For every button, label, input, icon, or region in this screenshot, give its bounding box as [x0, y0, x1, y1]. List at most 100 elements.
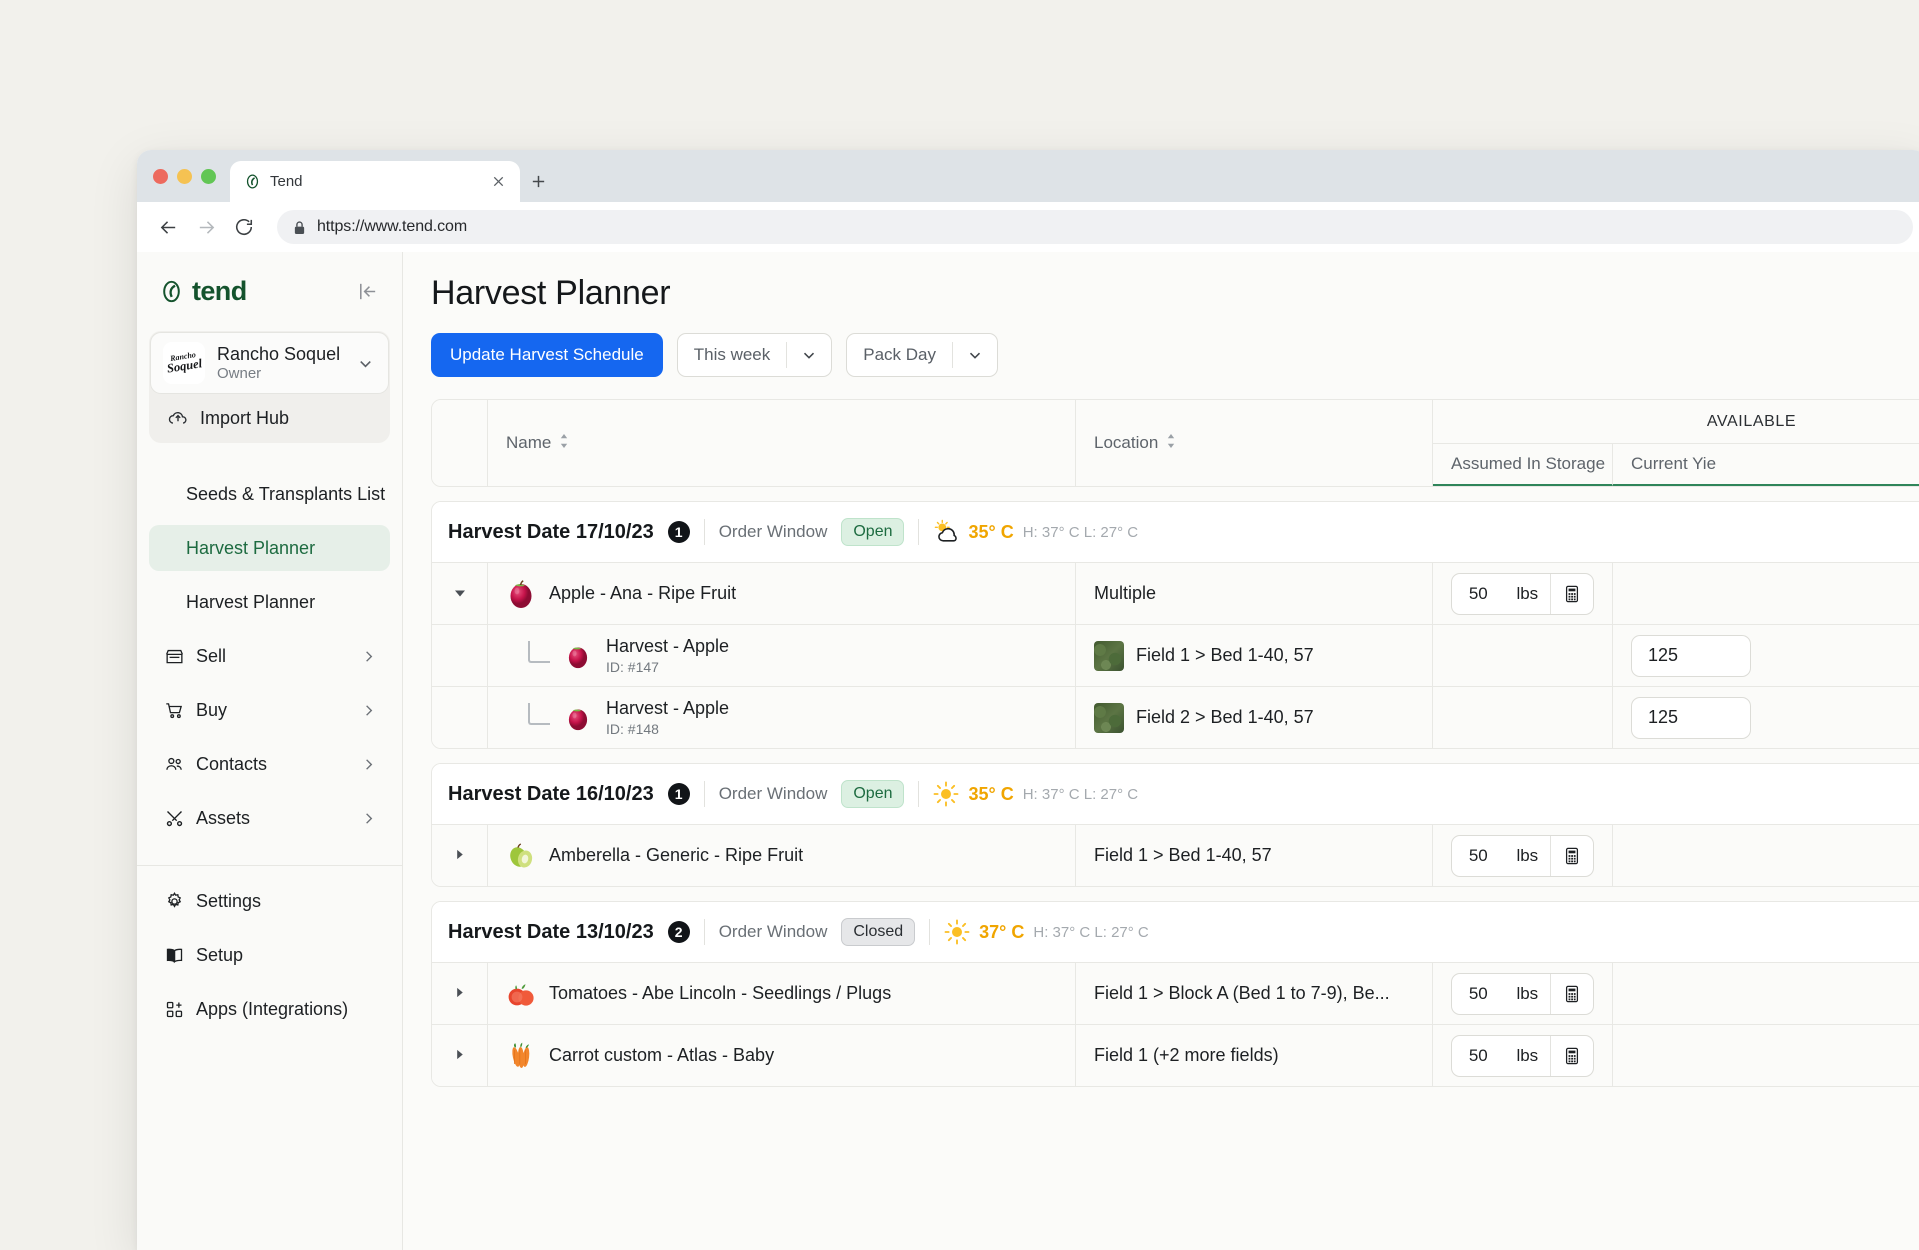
- caret-down-icon[interactable]: [453, 586, 467, 602]
- window-traffic-lights: [153, 150, 230, 202]
- sidebar-item-import-hub[interactable]: Import Hub: [149, 395, 390, 435]
- avatar: Rancho Soquel: [163, 342, 205, 384]
- weather-high-low: H: 37° C L: 27° C: [1033, 924, 1148, 941]
- pack-day-dropdown[interactable]: Pack Day: [846, 333, 998, 377]
- sort-arrows-icon[interactable]: [559, 433, 570, 454]
- row-location: Field 1 > Bed 1-40, 57: [1136, 645, 1314, 666]
- row-expand-toggle[interactable]: [432, 1025, 488, 1086]
- caret-right-icon[interactable]: [453, 848, 466, 863]
- period-dropdown[interactable]: This week: [677, 333, 833, 377]
- current-yield-input[interactable]: 125: [1631, 635, 1751, 677]
- divider: [704, 519, 705, 545]
- chevron-down-icon[interactable]: [953, 346, 997, 364]
- brand-logo-area[interactable]: tend: [159, 276, 247, 307]
- sidebar-item-seeds-transplants-list[interactable]: Seeds & Transplants List: [149, 471, 390, 517]
- update-harvest-schedule-button[interactable]: Update Harvest Schedule: [431, 333, 663, 377]
- reload-icon[interactable]: [229, 212, 259, 242]
- column-group-subcolumns: Assumed In Storage Current Yie: [1433, 443, 1919, 486]
- row-expand-toggle[interactable]: [432, 963, 488, 1024]
- chevron-down-icon[interactable]: [787, 346, 831, 364]
- collapse-panel-icon[interactable]: [354, 279, 380, 305]
- row-location: Multiple: [1094, 583, 1156, 604]
- close-icon[interactable]: [488, 172, 508, 192]
- chevron-right-icon: [360, 811, 376, 826]
- calculator-icon[interactable]: [1551, 585, 1593, 603]
- table-row[interactable]: Harvest - Apple ID: #148 Field 2 > Bed 1…: [432, 686, 1919, 748]
- row-name: Harvest - Apple ID: #148: [606, 698, 729, 737]
- browser-toolbar: https://www.tend.com: [137, 202, 1919, 252]
- plus-icon[interactable]: [520, 161, 556, 202]
- sidebar-item-settings[interactable]: Settings: [149, 878, 390, 924]
- carrot-icon: [506, 1041, 536, 1071]
- quantity-value[interactable]: 50: [1452, 984, 1505, 1004]
- harvest-date-group: Harvest Date 16/10/23 1 Order Window Ope…: [431, 763, 1919, 887]
- quantity-value[interactable]: 50: [1452, 846, 1505, 866]
- row-expand-toggle[interactable]: [432, 825, 488, 886]
- table-header-row: Name Location: [432, 400, 1919, 486]
- harvest-date-group-header: Harvest Date 13/10/23 2 Order Window Clo…: [432, 902, 1919, 962]
- arrow-left-icon[interactable]: [153, 212, 183, 242]
- calculator-icon[interactable]: [1551, 847, 1593, 865]
- row-location-cell: Field 2 > Bed 1-40, 57: [1076, 687, 1433, 748]
- sun-icon: [944, 919, 970, 945]
- sort-arrows-icon[interactable]: [1166, 433, 1177, 454]
- quantity-stepper[interactable]: 50 lbs: [1451, 835, 1594, 877]
- harvest-date-group: Harvest Date 17/10/23 1 Order Window Ope…: [431, 501, 1919, 749]
- sidebar-item-harvest-planner[interactable]: Harvest Planner: [149, 525, 390, 571]
- quantity-stepper[interactable]: 50 lbs: [1451, 573, 1594, 615]
- row-name-primary: Harvest - Apple: [606, 698, 729, 719]
- table-row[interactable]: Carrot custom - Atlas - Baby Field 1 (+2…: [432, 1024, 1919, 1086]
- minimize-window-button[interactable]: [177, 169, 192, 184]
- tools-icon: [163, 807, 185, 829]
- sidebar-item-assets[interactable]: Assets: [149, 795, 390, 841]
- quantity-value[interactable]: 50: [1452, 1046, 1505, 1066]
- arrow-right-icon[interactable]: [191, 212, 221, 242]
- row-name-primary: Tomatoes - Abe Lincoln - Seedlings / Plu…: [549, 983, 891, 1004]
- table-row[interactable]: Apple - Ana - Ripe Fruit Multiple 50 lbs: [432, 562, 1919, 624]
- calculator-icon[interactable]: [1551, 1047, 1593, 1065]
- chevron-right-icon: [360, 703, 376, 718]
- row-location: Field 1 > Block A (Bed 1 to 7-9), Be...: [1094, 983, 1390, 1004]
- sidebar-item-label: Assets: [196, 808, 349, 829]
- current-yield-input[interactable]: 125: [1631, 697, 1751, 739]
- table-row[interactable]: Tomatoes - Abe Lincoln - Seedlings / Plu…: [432, 962, 1919, 1024]
- row-location-cell: Field 1 > Bed 1-40, 57: [1076, 825, 1433, 886]
- apps-grid-plus-icon: [163, 998, 185, 1020]
- maximize-window-button[interactable]: [201, 169, 216, 184]
- sidebar-item-contacts[interactable]: Contacts: [149, 741, 390, 787]
- harvest-date-group-header: Harvest Date 16/10/23 1 Order Window Ope…: [432, 764, 1919, 824]
- column-header-location[interactable]: Location: [1076, 400, 1433, 486]
- sidebar-item-harvest-planner-2[interactable]: Harvest Planner: [149, 579, 390, 625]
- address-bar[interactable]: https://www.tend.com: [277, 210, 1913, 244]
- org-switcher[interactable]: Rancho Soquel Rancho Soquel Owner: [150, 332, 389, 394]
- main-content: Harvest Planner Update Harvest Schedule …: [403, 252, 1919, 1250]
- caret-right-icon[interactable]: [453, 1048, 466, 1063]
- column-header-name[interactable]: Name: [488, 400, 1076, 486]
- quantity-stepper[interactable]: 50 lbs: [1451, 1035, 1594, 1077]
- table-row[interactable]: Harvest - Apple ID: #147 Field 1 > Bed 1…: [432, 624, 1919, 686]
- cloud-upload-icon: [167, 407, 189, 429]
- row-name-cell: Apple - Ana - Ripe Fruit: [488, 563, 1076, 624]
- quantity-value[interactable]: 50: [1452, 584, 1505, 604]
- row-expand-toggle[interactable]: [432, 563, 488, 624]
- row-name: Apple - Ana - Ripe Fruit: [549, 583, 736, 604]
- sidebar-item-apps-integrations[interactable]: Apps (Integrations): [149, 986, 390, 1032]
- sidebar-item-label: Buy: [196, 700, 349, 721]
- browser-tab[interactable]: Tend: [230, 161, 520, 202]
- row-current-yield-cell: [1613, 825, 1919, 886]
- close-window-button[interactable]: [153, 169, 168, 184]
- quantity-stepper[interactable]: 50 lbs: [1451, 973, 1594, 1015]
- chevron-down-icon[interactable]: [354, 354, 376, 373]
- row-name-primary: Carrot custom - Atlas - Baby: [549, 1045, 774, 1066]
- sidebar-item-sell[interactable]: Sell: [149, 633, 390, 679]
- sidebar-item-buy[interactable]: Buy: [149, 687, 390, 733]
- table-row[interactable]: Amberella - Generic - Ripe Fruit Field 1…: [432, 824, 1919, 886]
- application-body: tend Rancho Soq: [137, 252, 1919, 1250]
- column-header-current-yield[interactable]: Current Yie: [1613, 444, 1919, 486]
- calculator-icon[interactable]: [1551, 985, 1593, 1003]
- row-name-cell: Carrot custom - Atlas - Baby: [488, 1025, 1076, 1086]
- column-header-assumed-in-storage[interactable]: Assumed In Storage: [1433, 444, 1613, 486]
- caret-right-icon[interactable]: [453, 986, 466, 1001]
- sidebar-item-setup[interactable]: Setup: [149, 932, 390, 978]
- column-header-label: Name: [506, 433, 551, 453]
